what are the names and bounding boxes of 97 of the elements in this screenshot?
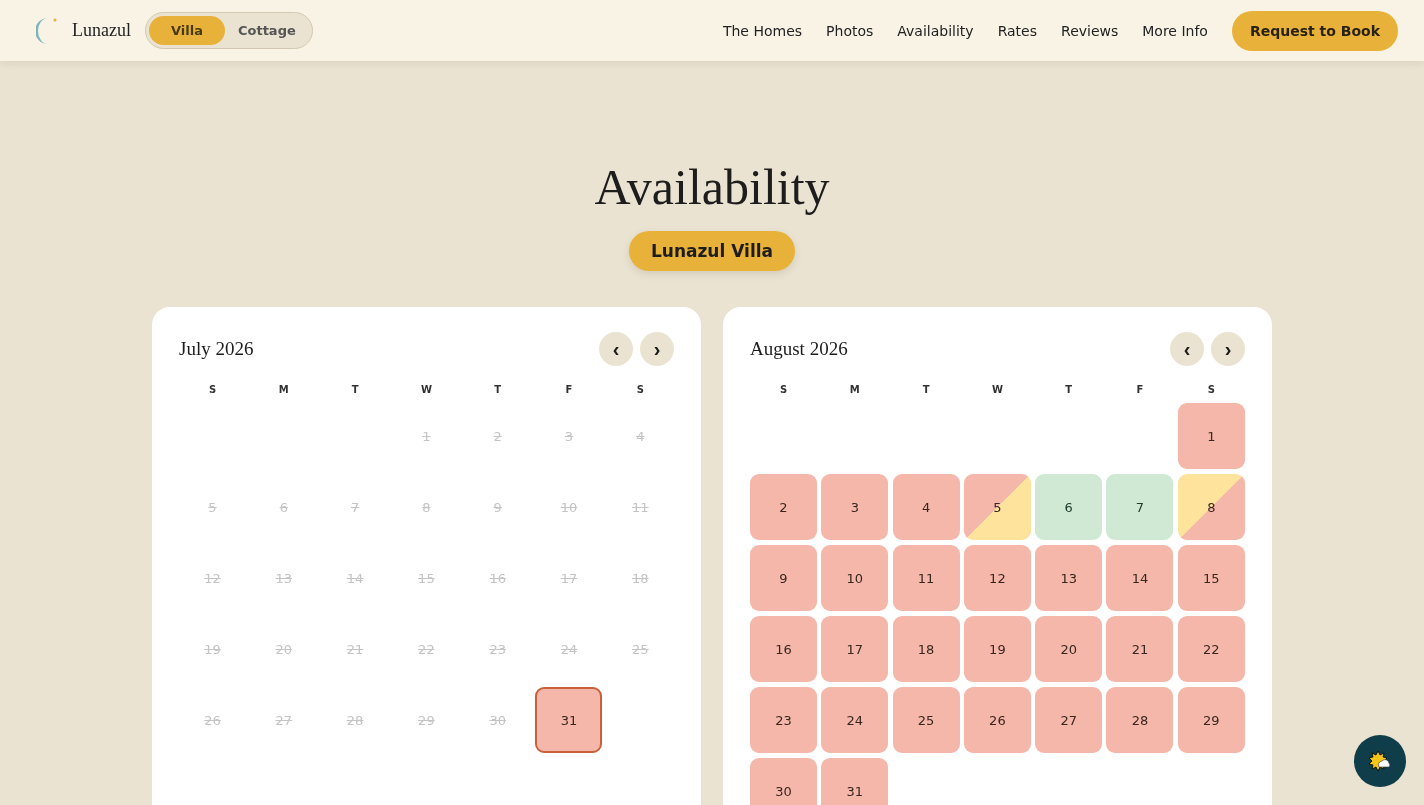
calendar-day[interactable]: 18: [892, 616, 960, 682]
calendar-day[interactable]: 19: [963, 616, 1031, 682]
past-date: 11: [631, 498, 650, 517]
past-date: 22: [417, 640, 436, 659]
crescent-moon-logo-icon: [36, 15, 58, 46]
previous-month-button[interactable]: ‹: [599, 332, 633, 366]
calendar-day[interactable]: 8: [1177, 474, 1245, 540]
past-date: 8: [421, 498, 432, 517]
weather-widget-button[interactable]: [1354, 735, 1406, 787]
weekday-label: S: [778, 384, 789, 395]
calendar-day[interactable]: 3: [821, 474, 889, 540]
past-date: 15: [417, 569, 436, 588]
past-date: 27: [274, 711, 294, 730]
next-month-button[interactable]: ›: [640, 332, 674, 366]
past-date: 28: [345, 711, 365, 730]
past-date: 1: [421, 427, 432, 446]
past-date: 5: [207, 498, 218, 517]
month-title: July 2026: [179, 338, 254, 360]
calendar-day[interactable]: 21: [1106, 616, 1174, 682]
weekday-label: T: [1064, 384, 1074, 395]
nav-link[interactable]: Rates: [997, 22, 1038, 39]
past-date: 30: [488, 711, 507, 730]
calendar-day[interactable]: 22: [1177, 616, 1245, 682]
past-date: 25: [631, 640, 650, 659]
calendar-day[interactable]: 1: [1177, 403, 1245, 469]
calendar-day[interactable]: 27: [1035, 687, 1103, 753]
weekday-label: F: [564, 384, 574, 395]
calendar-day[interactable]: 29: [1177, 687, 1245, 753]
nav-link[interactable]: Reviews: [1061, 22, 1119, 39]
section-heading: Availability: [594, 158, 830, 217]
weekday-label: W: [990, 384, 1004, 395]
weekday-label: M: [277, 384, 290, 395]
calendar-day[interactable]: 10: [821, 545, 889, 611]
calendar-day[interactable]: 23: [750, 687, 817, 753]
home-name-pill: Lunazul Villa: [628, 231, 796, 271]
home-toggle-option[interactable]: Cottage: [224, 16, 309, 45]
next-month-button[interactable]: ›: [1211, 332, 1245, 366]
past-date: 14: [345, 569, 365, 588]
nav-link[interactable]: Availability: [897, 22, 974, 39]
past-date: 23: [488, 640, 507, 659]
weekday-label: F: [1135, 384, 1145, 395]
calendar-day[interactable]: 12: [963, 545, 1031, 611]
calendar-day[interactable]: 24: [821, 687, 889, 753]
calendar-day[interactable]: 31: [821, 758, 889, 805]
calendar-day[interactable]: 30: [750, 758, 817, 805]
past-date: 20: [274, 640, 294, 659]
calendar-day[interactable]: 14: [1106, 545, 1174, 611]
weekday-label: T: [493, 384, 503, 395]
calendar-day[interactable]: 26: [963, 687, 1031, 753]
calendar-day[interactable]: 5: [963, 474, 1031, 540]
weekday-label: M: [848, 384, 861, 395]
weekday-label: S: [1206, 384, 1216, 395]
past-date: 12: [203, 569, 222, 588]
past-date: 19: [203, 640, 222, 659]
past-date: 6: [278, 498, 289, 517]
brand-name[interactable]: Lunazul: [72, 20, 131, 41]
calendar-day[interactable]: 20: [1035, 616, 1103, 682]
calendar-day[interactable]: 13: [1035, 545, 1103, 611]
weekday-label: T: [921, 384, 931, 395]
weekday-label: S: [207, 384, 218, 395]
calendar-day[interactable]: 28: [1106, 687, 1174, 753]
nav-link[interactable]: More Info: [1142, 22, 1208, 39]
calendar-day[interactable]: 4: [892, 474, 960, 540]
past-date: 10: [559, 498, 579, 517]
past-date: 3: [563, 427, 575, 446]
calendar-day[interactable]: 16: [750, 616, 817, 682]
nav-link[interactable]: Photos: [826, 22, 874, 39]
weekday-label: S: [635, 384, 645, 395]
past-date: 21: [345, 640, 365, 659]
calendar-day[interactable]: 17: [821, 616, 889, 682]
past-date: 7: [349, 498, 361, 517]
calendar-day[interactable]: 7: [1106, 474, 1174, 540]
past-date: 9: [492, 498, 503, 517]
past-date: 26: [203, 711, 222, 730]
sun-cloud-icon: [1368, 750, 1392, 772]
past-date: 13: [274, 569, 294, 588]
past-date: 2: [492, 427, 503, 446]
month-title: August 2026: [750, 338, 848, 360]
calendar-day[interactable]: 6: [1035, 474, 1103, 540]
past-date: 24: [559, 640, 579, 659]
past-date: 4: [635, 427, 646, 446]
past-date: 17: [559, 569, 579, 588]
calendar-day[interactable]: 15: [1177, 545, 1245, 611]
past-date: 16: [488, 569, 507, 588]
weekday-label: W: [419, 384, 433, 395]
calendar-day[interactable]: 9: [750, 545, 817, 611]
calendar-day[interactable]: 11: [892, 545, 960, 611]
past-date: 18: [631, 569, 650, 588]
calendar-day[interactable]: 31: [535, 687, 603, 753]
calendar-day[interactable]: 2: [750, 474, 817, 540]
request-to-book-button[interactable]: Request to Book: [1231, 10, 1398, 51]
past-date: 29: [417, 711, 436, 730]
previous-month-button[interactable]: ‹: [1170, 332, 1204, 366]
nav-link[interactable]: The Homes: [722, 22, 803, 39]
weekday-label: T: [350, 384, 360, 395]
calendar-day[interactable]: 25: [892, 687, 960, 753]
home-toggle-option[interactable]: Villa: [149, 16, 225, 45]
